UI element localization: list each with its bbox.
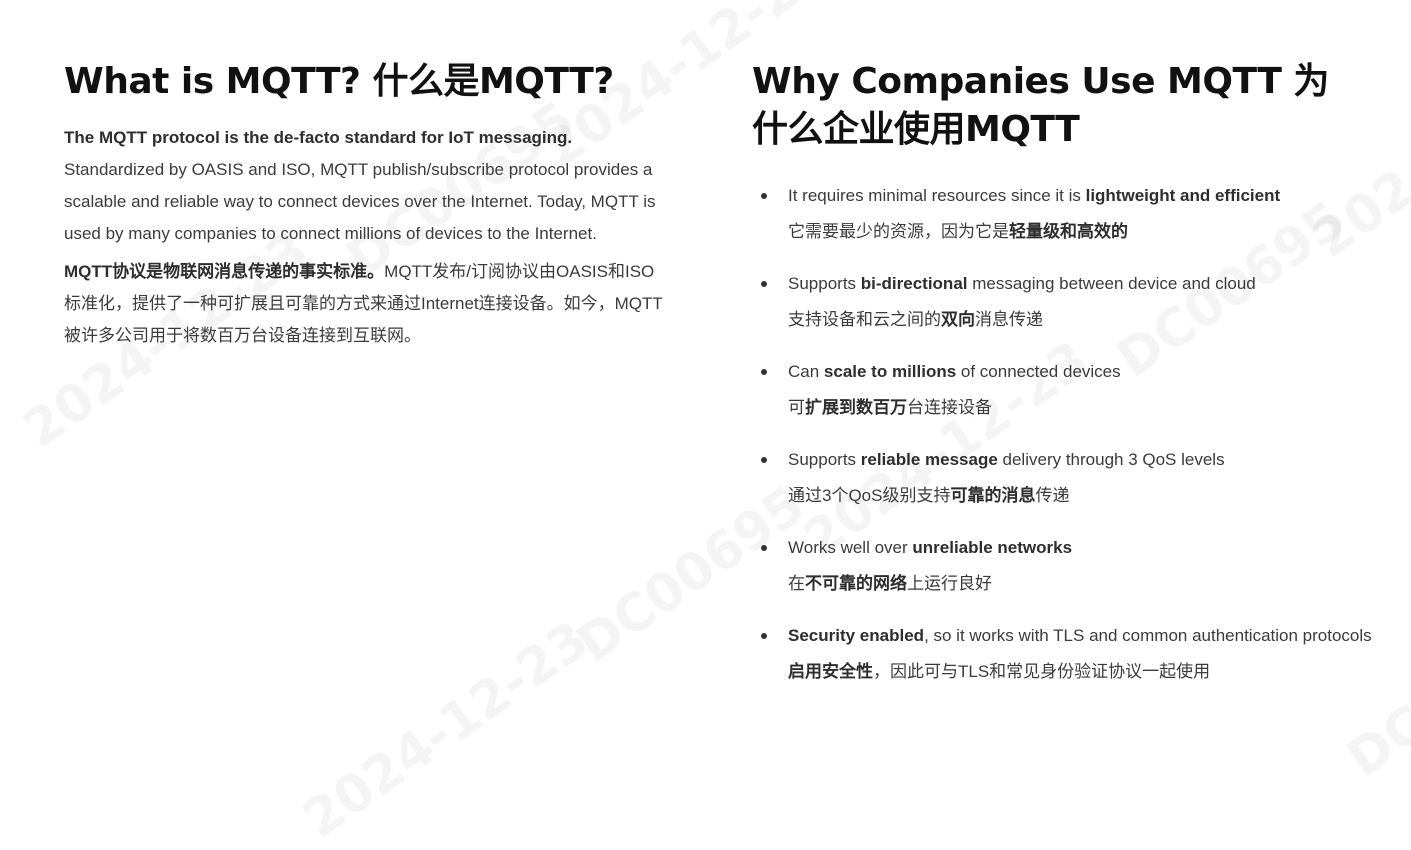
intro-english-bold: The MQTT protocol is the de-facto standa… bbox=[64, 128, 573, 147]
feature-text: ，因此可与TLS和常见身份验证协议一起使用 bbox=[873, 662, 1211, 681]
feature-chinese: 通过3个QoS级别支持可靠的消息传递 bbox=[788, 480, 1372, 512]
watermark-date: 2024-12-23 bbox=[293, 610, 600, 850]
bullet-icon bbox=[761, 545, 767, 551]
feature-text: 在 bbox=[788, 574, 805, 593]
feature-list: It requires minimal resources since it i… bbox=[752, 180, 1372, 688]
feature-text: messaging between device and cloud bbox=[967, 274, 1256, 293]
feature-highlight: lightweight and efficient bbox=[1085, 186, 1281, 205]
feature-highlight: unreliable networks bbox=[912, 538, 1073, 557]
bullet-icon bbox=[761, 457, 767, 463]
feature-text: 可 bbox=[788, 398, 805, 417]
what-is-mqtt-title: What is MQTT? 什么是MQTT? bbox=[64, 61, 614, 102]
what-is-mqtt-section: What is MQTT? 什么是MQTT? The MQTT protocol… bbox=[64, 58, 664, 352]
feature-english: Supports bi-directional messaging betwee… bbox=[788, 268, 1372, 300]
feature-highlight: scale to millions bbox=[823, 362, 957, 381]
feature-item-bidirectional: Supports bi-directional messaging betwee… bbox=[752, 268, 1372, 336]
feature-chinese: 可扩展到数百万台连接设备 bbox=[788, 392, 1372, 424]
feature-item-reliable: Supports reliable message delivery throu… bbox=[752, 444, 1372, 512]
feature-text: , so it works with TLS and common authen… bbox=[924, 626, 1372, 645]
feature-text: of connected devices bbox=[956, 362, 1121, 381]
feature-highlight: 不可靠的网络 bbox=[805, 574, 907, 593]
intro-chinese: MQTT协议是物联网消息传递的事实标准。MQTT发布/订阅协议由OASIS和IS… bbox=[64, 256, 664, 352]
feature-highlight: reliable message bbox=[860, 450, 998, 469]
bullet-icon bbox=[761, 369, 767, 375]
feature-english: Works well over unreliable networks bbox=[788, 532, 1372, 564]
feature-text: Supports bbox=[788, 274, 861, 293]
feature-text: delivery through 3 QoS levels bbox=[997, 450, 1225, 469]
intro-chinese-bold: MQTT协议是物联网消息传递的事实标准。 bbox=[64, 262, 385, 281]
feature-highlight: bi-directional bbox=[860, 274, 968, 293]
feature-chinese: 它需要最少的资源，因为它是轻量级和高效的 bbox=[788, 216, 1372, 248]
bullet-icon bbox=[761, 193, 767, 199]
feature-text: 支持设备和云之间的 bbox=[788, 310, 941, 329]
feature-english: Security enabled, so it works with TLS a… bbox=[788, 620, 1372, 652]
bullet-icon bbox=[761, 281, 767, 287]
feature-item-lightweight: It requires minimal resources since it i… bbox=[752, 180, 1372, 248]
intro-english-text: Standardized by OASIS and ISO, MQTT publ… bbox=[64, 160, 656, 243]
feature-highlight: 可靠的消息 bbox=[950, 486, 1036, 505]
feature-english: It requires minimal resources since it i… bbox=[788, 180, 1372, 212]
feature-text: Works well over bbox=[788, 538, 913, 557]
feature-chinese: 在不可靠的网络上运行良好 bbox=[788, 568, 1372, 600]
feature-item-security: Security enabled, so it works with TLS a… bbox=[752, 620, 1372, 688]
feature-text: Supports bbox=[788, 450, 861, 469]
feature-text: 消息传递 bbox=[975, 310, 1043, 329]
why-companies-section: Why Companies Use MQTT 为什么企业使用MQTT It re… bbox=[752, 58, 1372, 708]
feature-text: 上运行良好 bbox=[907, 574, 992, 593]
feature-item-unreliable-networks: Works well over unreliable networks 在不可靠… bbox=[752, 532, 1372, 600]
feature-english: Can scale to millions of connected devic… bbox=[788, 356, 1372, 388]
feature-item-scale: Can scale to millions of connected devic… bbox=[752, 356, 1372, 424]
feature-text: 传递 bbox=[1035, 486, 1070, 505]
feature-text: It requires minimal resources since it i… bbox=[788, 186, 1086, 205]
feature-highlight: 扩展到数百万 bbox=[805, 398, 907, 417]
feature-english: Supports reliable message delivery throu… bbox=[788, 444, 1372, 476]
feature-highlight: Security enabled bbox=[788, 626, 925, 645]
feature-text: Can bbox=[788, 362, 824, 381]
feature-chinese: 启用安全性，因此可与TLS和常见身份验证协议一起使用 bbox=[788, 656, 1372, 688]
feature-highlight: 双向 bbox=[941, 310, 975, 329]
bullet-icon bbox=[761, 633, 767, 639]
feature-text: 通过3个QoS级别支持 bbox=[788, 486, 951, 505]
intro-english: The MQTT protocol is the de-facto standa… bbox=[64, 122, 664, 250]
why-companies-title: Why Companies Use MQTT 为什么企业使用MQTT bbox=[752, 61, 1329, 150]
feature-highlight: 启用安全性 bbox=[788, 662, 873, 681]
feature-text: 它需要最少的资源，因为它是 bbox=[788, 222, 1009, 241]
feature-highlight: 轻量级和高效的 bbox=[1009, 222, 1128, 241]
feature-text: 台连接设备 bbox=[907, 398, 992, 417]
feature-chinese: 支持设备和云之间的双向消息传递 bbox=[788, 304, 1372, 336]
